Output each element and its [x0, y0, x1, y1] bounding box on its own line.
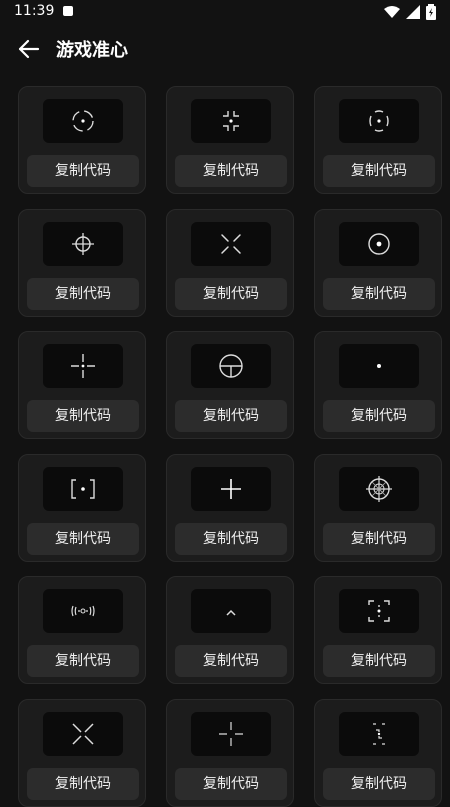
- crosshair-preview: [339, 344, 419, 388]
- copy-code-button[interactable]: 复制代码: [175, 278, 287, 310]
- crosshair-preview: [191, 467, 271, 511]
- copy-code-button[interactable]: 复制代码: [323, 768, 435, 800]
- crosshair-card: 复制代码: [166, 454, 294, 562]
- copy-code-button[interactable]: 复制代码: [175, 155, 287, 187]
- copy-code-button[interactable]: 复制代码: [175, 768, 287, 800]
- crosshair-card: 复制代码: [166, 699, 294, 807]
- crosshair-card: 复制代码: [18, 331, 146, 439]
- crosshair-card: 复制代码: [314, 331, 442, 439]
- crosshair-card: 复制代码: [314, 454, 442, 562]
- copy-code-button[interactable]: 复制代码: [323, 400, 435, 432]
- circle-dot-crosshair-icon: [368, 233, 390, 255]
- crosshair-preview: [43, 222, 123, 266]
- crosshair-preview: [43, 344, 123, 388]
- crosshair-preview: [339, 222, 419, 266]
- circle-t-crosshair-icon: [219, 354, 243, 378]
- crosshair-card: 复制代码: [18, 699, 146, 807]
- dashed-circle-dot-crosshair-icon: [72, 110, 94, 132]
- copy-code-button[interactable]: 复制代码: [27, 645, 139, 677]
- crosshair-card: 复制代码: [18, 576, 146, 684]
- stepped-bracket-crosshair-icon: [373, 723, 385, 745]
- crosshair-card: 复制代码: [166, 86, 294, 194]
- copy-code-button[interactable]: 复制代码: [323, 523, 435, 555]
- crosshair-preview: [339, 467, 419, 511]
- crosshair-card: 复制代码: [314, 209, 442, 317]
- crosshair-preview: [191, 589, 271, 633]
- crosshair-grid: 复制代码 复制代码 复制代码 复制代码 复制代码 复制代码 复制代码 复制代码 …: [0, 0, 450, 807]
- crosshair-preview: [191, 99, 271, 143]
- diagonal-x-crosshair-icon: [221, 234, 241, 254]
- plus-crosshair-icon: [221, 479, 241, 499]
- crosshair-card: 复制代码: [18, 454, 146, 562]
- crosshair-card: 复制代码: [166, 331, 294, 439]
- crosshair-preview: [43, 467, 123, 511]
- copy-code-button[interactable]: 复制代码: [323, 155, 435, 187]
- crosshair-card: 复制代码: [166, 209, 294, 317]
- copy-code-button[interactable]: 复制代码: [27, 278, 139, 310]
- crosshair-preview: [43, 99, 123, 143]
- crosshair-preview: [339, 589, 419, 633]
- chevron-up-crosshair-icon: [226, 609, 236, 616]
- crosshair-preview: [339, 99, 419, 143]
- square-bracket-dot-crosshair-icon: [71, 479, 95, 499]
- copy-code-button[interactable]: 复制代码: [27, 768, 139, 800]
- copy-code-button[interactable]: 复制代码: [27, 523, 139, 555]
- crosshair-preview: [339, 712, 419, 756]
- copy-code-button[interactable]: 复制代码: [27, 400, 139, 432]
- crosshair-preview: [43, 712, 123, 756]
- copy-code-button[interactable]: 复制代码: [175, 645, 287, 677]
- crosshair-card: 复制代码: [314, 86, 442, 194]
- circle-cross-crosshair-icon: [72, 233, 94, 255]
- dot-crosshair-icon: [377, 364, 381, 368]
- copy-code-button[interactable]: 复制代码: [175, 523, 287, 555]
- crosshair-preview: [43, 589, 123, 633]
- crosshair-card: 复制代码: [314, 699, 442, 807]
- corner-bracket-dot-crosshair-icon: [223, 111, 239, 131]
- crosshair-card: 复制代码: [314, 576, 442, 684]
- crosshair-card: 复制代码: [166, 576, 294, 684]
- copy-code-button[interactable]: 复制代码: [323, 645, 435, 677]
- copy-code-button[interactable]: 复制代码: [323, 278, 435, 310]
- large-x-crosshair-icon: [72, 723, 94, 745]
- wave-arc-crosshair-icon: [71, 605, 95, 617]
- copy-code-button[interactable]: 复制代码: [175, 400, 287, 432]
- corner-frame-dot-crosshair-icon: [368, 600, 390, 622]
- bracket-dot-crosshair-icon: [369, 110, 389, 132]
- crosshair-card: 复制代码: [18, 86, 146, 194]
- thin-cross-crosshair-icon: [219, 722, 243, 746]
- crosshair-preview: [191, 712, 271, 756]
- gapped-cross-dot-crosshair-icon: [71, 354, 95, 378]
- crosshair-preview: [191, 344, 271, 388]
- crosshair-preview: [191, 222, 271, 266]
- crosshair-card: 复制代码: [18, 209, 146, 317]
- sniper-scope-crosshair-icon: [366, 476, 392, 502]
- copy-code-button[interactable]: 复制代码: [27, 155, 139, 187]
